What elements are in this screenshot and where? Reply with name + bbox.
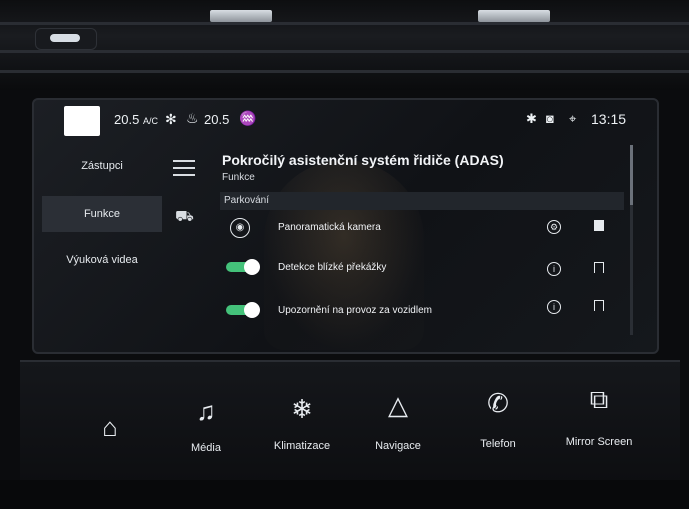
- nav-item-zastupci[interactable]: Zástupci: [42, 148, 162, 184]
- toggle-switch[interactable]: [226, 259, 260, 275]
- car-connect-icon: ◙: [546, 111, 554, 126]
- page-title: Pokročilý asistenční systém řidiče (ADAS…: [222, 152, 504, 168]
- info-icon[interactable]: i: [547, 262, 561, 276]
- status-bar: 20.5 A/C ✻ ♨ 20.5 ♒ ✱ ◙ ⌖ 13:15: [34, 100, 657, 138]
- infotainment-screen: 20.5 A/C ✻ ♨ 20.5 ♒ ✱ ◙ ⌖ 13:15 Zástupci…: [32, 98, 659, 354]
- button-label: Média: [191, 442, 221, 454]
- climate-icon: ❄: [291, 394, 313, 424]
- button-label: Navigace: [375, 440, 421, 452]
- nav-item-funkce[interactable]: Funkce: [42, 196, 162, 232]
- button-label: Telefon: [480, 438, 516, 450]
- music-note-icon: ♫: [196, 396, 216, 426]
- seat-heat-icon[interactable]: ♨: [186, 110, 199, 127]
- home-shortcut[interactable]: [64, 106, 100, 136]
- button-label: Klimatizace: [273, 440, 331, 452]
- media-button[interactable]: ♫ Média: [156, 362, 256, 482]
- row-label: Detekce blízké překážky: [278, 262, 387, 273]
- climate-button[interactable]: ❄ Klimatizace: [252, 362, 352, 482]
- bookmark-icon[interactable]: [594, 300, 604, 311]
- mirror-screen-icon: ⧉: [589, 384, 609, 414]
- scrollbar[interactable]: [630, 145, 633, 335]
- driver-temperature[interactable]: 20.5 A/C: [114, 112, 158, 127]
- row-rear-traffic-alert[interactable]: Upozornění na provoz za vozidlem: [220, 295, 620, 329]
- bookmark-icon[interactable]: [594, 262, 604, 273]
- mirror-screen-button[interactable]: ⧉ Mirror Screen: [544, 362, 654, 482]
- passenger-temperature[interactable]: 20.5: [204, 112, 229, 127]
- toggle-switch[interactable]: [226, 302, 260, 318]
- bottom-touch-bar: ⌂ ♫ Média ❄ Klimatizace △ Navigace ✆ Tel…: [20, 360, 680, 482]
- row-label: Panoramatická kamera: [278, 222, 381, 233]
- navigation-arrow-icon: △: [388, 390, 408, 420]
- air-vent: [0, 0, 689, 90]
- dashboard-trim: [0, 480, 689, 509]
- rear-heat-icon[interactable]: ♒: [239, 110, 256, 127]
- home-icon: ⌂: [102, 412, 118, 442]
- section-header: Parkování: [220, 192, 624, 210]
- home-button[interactable]: ⌂: [60, 362, 160, 482]
- bookmark-icon[interactable]: [594, 220, 604, 231]
- page-subtitle: Funkce: [222, 172, 255, 183]
- car-icon[interactable]: ⛟: [175, 208, 194, 227]
- location-icon: ⌖: [569, 111, 577, 126]
- nav-item-vyukova-videa[interactable]: Výuková videa: [42, 242, 162, 278]
- info-icon[interactable]: i: [547, 300, 561, 314]
- hamburger-menu-icon[interactable]: [173, 160, 195, 178]
- bluetooth-icon: ✱: [526, 111, 537, 126]
- settings-icon[interactable]: ⚙: [547, 220, 561, 234]
- row-label: Upozornění na provoz za vozidlem: [278, 305, 432, 316]
- camera-icon: ◉: [230, 218, 250, 238]
- fan-icon[interactable]: ✻: [165, 111, 177, 128]
- button-label: Mirror Screen: [565, 436, 633, 448]
- hazard-switch[interactable]: [35, 28, 97, 50]
- phone-button[interactable]: ✆ Telefon: [448, 362, 548, 482]
- phone-icon: ✆: [487, 388, 509, 418]
- left-nav: Zástupci Funkce Výuková videa: [34, 148, 162, 348]
- navigation-button[interactable]: △ Navigace: [348, 362, 448, 482]
- clock: 13:15: [591, 111, 627, 127]
